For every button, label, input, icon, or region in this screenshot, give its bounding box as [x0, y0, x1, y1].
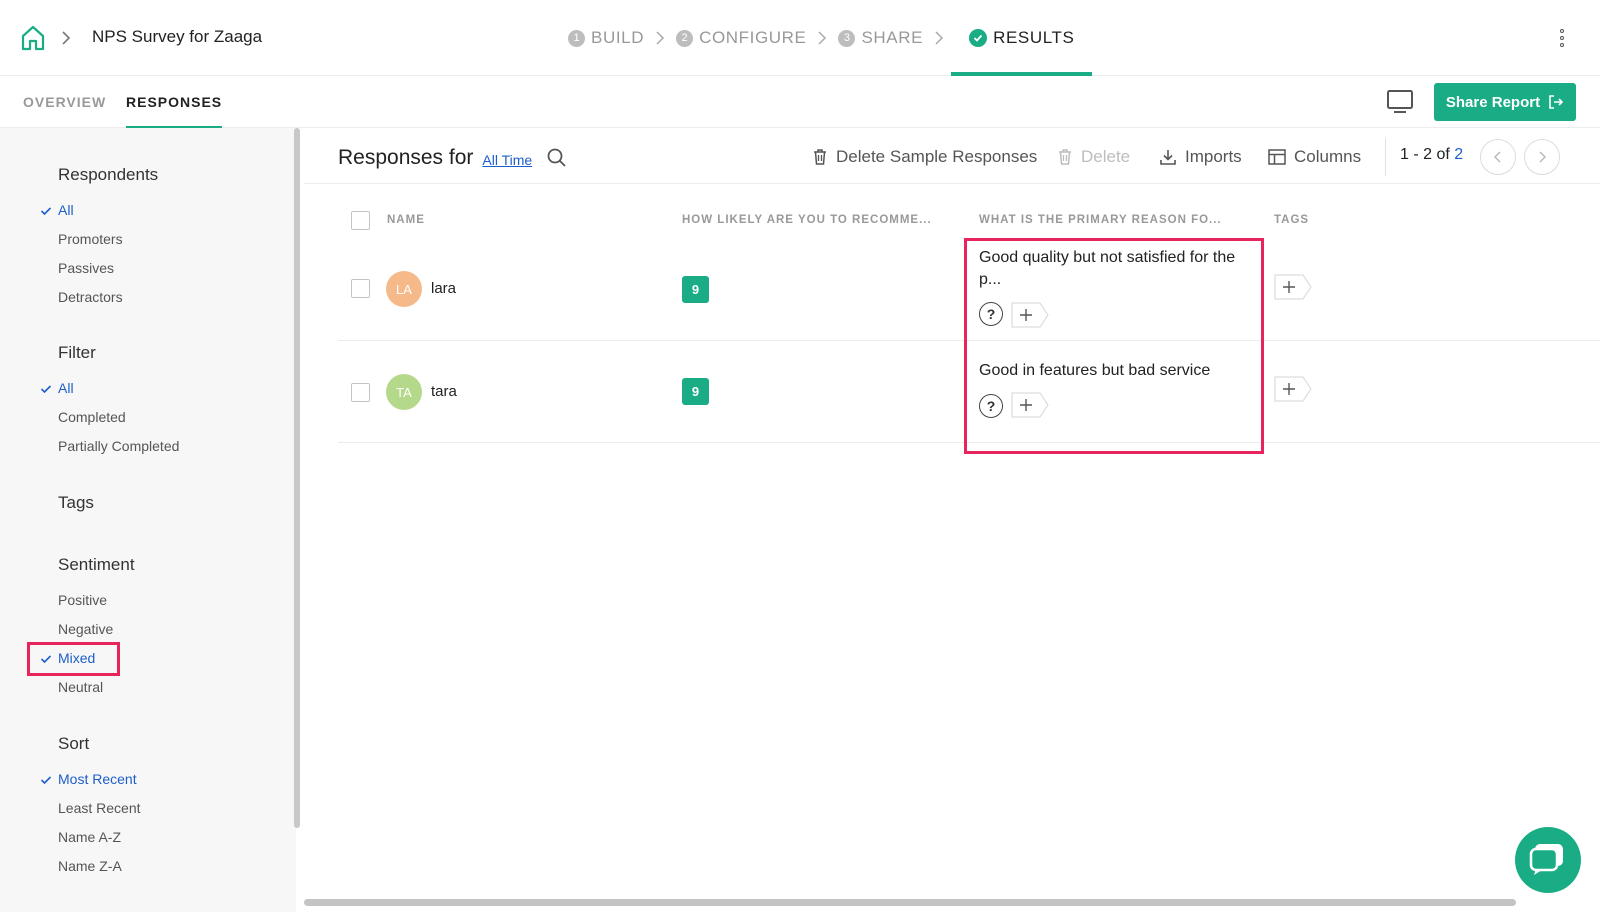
pagination-status: 1 - 2 of 2 [1400, 146, 1463, 164]
pagination-of: of [1436, 146, 1450, 163]
share-report-button[interactable]: Share Report [1434, 83, 1576, 121]
respondents-option-all[interactable]: All [58, 202, 74, 218]
respondents-option-promoters[interactable]: Promoters [58, 231, 123, 247]
delete-button[interactable]: Delete [1057, 144, 1130, 170]
delete-sample-label: Delete Sample Responses [836, 147, 1038, 166]
share-exit-icon [1549, 95, 1564, 109]
chevron-left-icon [1493, 151, 1501, 163]
chevron-right-icon [58, 28, 74, 48]
avatar: LA [386, 271, 422, 307]
sentiment-option-positive[interactable]: Positive [58, 592, 107, 608]
sentiment-heading: Sentiment [58, 555, 135, 574]
respondents-option-detractors[interactable]: Detractors [58, 289, 123, 305]
share-report-label: Share Report [1445, 93, 1541, 111]
avatar: TA [386, 374, 422, 410]
step-number: 1 [568, 29, 585, 47]
step-configure[interactable]: 2 CONFIGURE [672, 0, 810, 76]
delete-sample-responses-button[interactable]: Delete Sample Responses [812, 144, 1037, 170]
highlight-box-reasons [964, 238, 1264, 454]
search-icon[interactable] [546, 147, 568, 169]
pagination-range: 1 - 2 [1400, 146, 1433, 163]
time-range-link[interactable]: All Time [482, 152, 532, 168]
tags-heading: Tags [58, 493, 94, 512]
monitor-icon[interactable] [1386, 89, 1414, 115]
responses-header: Responses for All Time [338, 142, 568, 174]
respondent-name[interactable]: lara [431, 280, 456, 297]
step-label: CONFIGURE [699, 28, 807, 47]
prev-page-button[interactable] [1480, 139, 1516, 175]
imports-button[interactable]: Imports [1159, 144, 1242, 170]
chevron-right-icon [648, 29, 672, 47]
tab-responses[interactable]: RESPONSES [126, 76, 223, 128]
survey-title: NPS Survey for Zaaga [92, 27, 263, 46]
sort-option-name-a-z[interactable]: Name A-Z [58, 829, 121, 845]
next-page-button[interactable] [1524, 139, 1560, 175]
page-title: Responses for [338, 146, 474, 169]
horizontal-scrollbar[interactable] [304, 899, 1516, 906]
header-divider [304, 183, 1600, 184]
column-header-recommend[interactable]: HOW LIKELY ARE YOU TO RECOMME... [682, 214, 932, 226]
check-icon [40, 385, 52, 394]
check-circle-icon [969, 29, 988, 47]
toolbar-divider [1385, 138, 1386, 176]
chat-button[interactable] [1515, 827, 1581, 893]
home-icon[interactable] [19, 24, 47, 52]
imports-label: Imports [1185, 147, 1242, 166]
filter-sidebar [0, 128, 296, 912]
score-badge: 9 [682, 378, 709, 405]
column-header-tags[interactable]: TAGS [1274, 214, 1309, 226]
column-header-primary-reason[interactable]: WHAT IS THE PRIMARY REASON FO... [979, 214, 1222, 226]
chat-bubble-icon [1529, 844, 1563, 875]
step-number: 3 [838, 29, 856, 47]
row-checkbox[interactable] [351, 279, 370, 298]
step-label: BUILD [591, 28, 645, 47]
respondents-option-passives[interactable]: Passives [58, 260, 114, 276]
columns-label: Columns [1294, 147, 1362, 166]
filter-option-all[interactable]: All [58, 380, 74, 396]
download-icon [1160, 150, 1176, 165]
add-tag-button[interactable] [1274, 376, 1312, 402]
filter-option-completed[interactable]: Completed [58, 409, 126, 425]
more-options-icon[interactable] [1552, 26, 1572, 50]
respondent-name[interactable]: tara [431, 383, 457, 400]
filter-heading: Filter [58, 343, 96, 362]
sentiment-option-negative[interactable]: Negative [58, 621, 113, 637]
sort-option-name-z-a[interactable]: Name Z-A [58, 858, 122, 874]
trash-icon [1059, 149, 1071, 165]
column-header-name[interactable]: NAME [387, 214, 425, 226]
score-badge: 9 [682, 276, 709, 303]
step-label: RESULTS [993, 28, 1075, 47]
wizard-steps: 1 BUILD 2 CONFIGURE 3 SHARE RESULTS [564, 0, 1093, 76]
step-share[interactable]: 3 SHARE [834, 0, 927, 76]
step-number: 2 [676, 29, 694, 47]
chevron-right-icon [810, 29, 834, 47]
highlight-box-mixed [27, 642, 120, 676]
tab-overview[interactable]: OVERVIEW [23, 76, 106, 128]
sort-heading: Sort [58, 734, 90, 753]
delete-label: Delete [1081, 147, 1131, 166]
sort-option-least-recent[interactable]: Least Recent [58, 800, 141, 816]
chevron-right-icon [927, 29, 951, 47]
add-tag-button[interactable] [1274, 274, 1312, 300]
pagination-total: 2 [1454, 146, 1464, 163]
columns-icon [1268, 149, 1286, 165]
row-checkbox[interactable] [351, 383, 370, 402]
columns-button[interactable]: Columns [1268, 144, 1361, 170]
check-icon [40, 776, 52, 785]
chevron-right-icon [1539, 151, 1547, 163]
step-label: SHARE [861, 28, 924, 47]
sort-option-most-recent[interactable]: Most Recent [58, 771, 137, 787]
check-icon [40, 207, 52, 216]
respondents-heading: Respondents [58, 165, 159, 184]
tabs-bar: OVERVIEW RESPONSES Share Report [0, 76, 1600, 128]
sentiment-option-neutral[interactable]: Neutral [58, 679, 103, 695]
trash-icon [814, 149, 826, 165]
step-results[interactable]: RESULTS [951, 0, 1093, 76]
select-all-checkbox[interactable] [351, 211, 370, 230]
step-build[interactable]: 1 BUILD [564, 0, 648, 76]
filter-option-partially-completed[interactable]: Partially Completed [58, 438, 179, 454]
top-bar: NPS Survey for Zaaga 1 BUILD 2 CONFIGURE… [0, 0, 1600, 76]
sidebar-scrollbar[interactable] [294, 128, 300, 828]
